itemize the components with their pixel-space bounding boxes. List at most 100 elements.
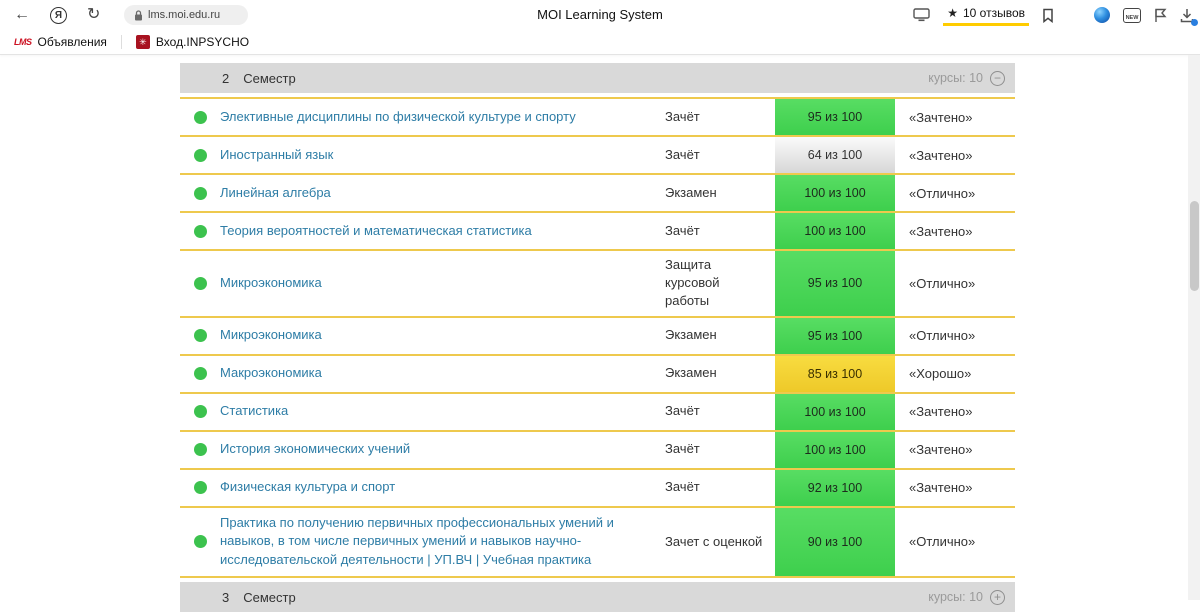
extension-new-episodes-icon[interactable]: NEW [1123, 8, 1141, 23]
status-cell [180, 443, 220, 456]
score-badge: 90 из 100 [775, 508, 895, 577]
grade-row: Микроэкономика Экзамен 95 из 100 «Отличн… [180, 318, 1015, 356]
status-cell [180, 225, 220, 238]
score-badge: 85 из 100 [775, 356, 895, 392]
reviews-button[interactable]: ★ 10 отзывов [943, 4, 1029, 26]
lms-page: 2 Семестр курсы: 10 − Элективные дисципл… [0, 63, 1200, 608]
status-cell [180, 111, 220, 124]
assessment-type: Зачёт [665, 217, 775, 245]
semester-number: 3 [222, 590, 229, 605]
assessment-type: Зачёт [665, 397, 775, 425]
grade-text: «Отлично» [895, 328, 1015, 343]
new-badge: NEW [1126, 15, 1139, 21]
yandex-profile-icon[interactable]: Я [50, 7, 67, 24]
status-dot-icon [194, 535, 207, 548]
assessment-type: Зачёт [665, 473, 775, 501]
status-dot-icon [194, 149, 207, 162]
bookmark-label: Вход.INPSYCHO [156, 35, 249, 49]
semester-footer: 3 Семестр курсы: 10 + [180, 582, 1015, 612]
assessment-type: Экзамен [665, 179, 775, 207]
assessment-type: Защита курсовой работы [665, 251, 775, 316]
bookmark-icon[interactable] [1042, 8, 1054, 23]
grades-table: 2 Семестр курсы: 10 − Элективные дисципл… [180, 63, 1015, 612]
semester-label: Семестр [243, 590, 295, 605]
course-link[interactable]: История экономических учений [220, 434, 665, 465]
score-badge: 64 из 100 [775, 137, 895, 173]
course-link[interactable]: Физическая культура и спорт [220, 472, 665, 503]
bookmark-inpsycho[interactable]: ✳ Вход.INPSYCHO [132, 35, 253, 49]
course-link[interactable]: Иностранный язык [220, 140, 665, 171]
scrollbar-thumb[interactable] [1190, 201, 1199, 291]
course-link[interactable]: Микроэкономика [220, 320, 665, 351]
grade-text: «Зачтено» [895, 148, 1015, 163]
assessment-type: Зачёт [665, 103, 775, 131]
grade-text: «Отлично» [895, 276, 1015, 291]
collapse-icon[interactable]: − [990, 71, 1005, 86]
inpsycho-favicon: ✳ [136, 35, 150, 49]
address-bar[interactable]: lms.moi.edu.ru [124, 5, 248, 25]
grade-row: Макроэкономика Экзамен 85 из 100 «Хорошо… [180, 356, 1015, 394]
grade-text: «Зачтено» [895, 404, 1015, 419]
course-link[interactable]: Практика по получению первичных професси… [220, 508, 665, 577]
course-link[interactable]: Макроэкономика [220, 358, 665, 389]
score-badge: 95 из 100 [775, 99, 895, 135]
bookmark-announcements[interactable]: LMS Объявления [10, 35, 111, 49]
courses-count: курсы: 10 [928, 590, 983, 604]
lock-icon [134, 10, 143, 21]
status-dot-icon [194, 367, 207, 380]
course-link[interactable]: Элективные дисциплины по физической куль… [220, 102, 665, 133]
bookmarks-bar: LMS Объявления ✳ Вход.INPSYCHO [0, 30, 1200, 55]
courses-count: курсы: 10 [928, 71, 983, 85]
semester-number: 2 [222, 71, 229, 86]
bookmark-label: Объявления [38, 35, 107, 49]
status-dot-icon [194, 481, 207, 494]
course-link[interactable]: Линейная алгебра [220, 178, 665, 209]
grades-table-body: Элективные дисциплины по физической куль… [180, 97, 1015, 578]
grade-row: Иностранный язык Зачёт 64 из 100 «Зачтен… [180, 137, 1015, 175]
browser-toolbar: MOI Learning System ← Я ↻ lms.moi.edu.ru… [0, 0, 1200, 30]
semester-header: 2 Семестр курсы: 10 − [180, 63, 1015, 93]
course-cell: Статистика [220, 396, 665, 427]
grade-row: Элективные дисциплины по физической куль… [180, 99, 1015, 137]
status-cell [180, 481, 220, 494]
assessment-type: Зачёт [665, 141, 775, 169]
course-cell: Практика по получению первичных професси… [220, 508, 665, 577]
status-cell [180, 535, 220, 548]
status-dot-icon [194, 187, 207, 200]
status-cell [180, 149, 220, 162]
course-cell: Микроэкономика [220, 268, 665, 299]
assessment-type: Экзамен [665, 321, 775, 349]
extension-browser-icon[interactable] [1094, 7, 1110, 23]
star-icon: ★ [947, 6, 958, 20]
grade-row: Физическая культура и спорт Зачёт 92 из … [180, 470, 1015, 508]
semester-label: Семестр [243, 71, 295, 86]
grade-text: «Зачтено» [895, 480, 1015, 495]
course-cell: Элективные дисциплины по физической куль… [220, 102, 665, 133]
back-icon[interactable]: ← [14, 7, 30, 23]
status-cell [180, 277, 220, 290]
status-cell [180, 187, 220, 200]
bookmarks-divider [121, 35, 122, 49]
refresh-icon[interactable]: ↻ [87, 7, 100, 23]
score-badge: 100 из 100 [775, 394, 895, 430]
course-cell: Теория вероятностей и математическая ста… [220, 216, 665, 247]
course-cell: История экономических учений [220, 434, 665, 465]
grade-text: «Зачтено» [895, 224, 1015, 239]
downloads-icon[interactable] [1180, 8, 1194, 23]
course-link[interactable]: Теория вероятностей и математическая ста… [220, 216, 665, 247]
grade-text: «Отлично» [895, 186, 1015, 201]
assessment-type: Зачёт [665, 435, 775, 463]
course-link[interactable]: Статистика [220, 396, 665, 427]
status-dot-icon [194, 111, 207, 124]
course-link[interactable]: Микроэкономика [220, 268, 665, 299]
screen-share-icon[interactable] [913, 8, 930, 22]
collections-flag-icon[interactable] [1154, 8, 1167, 23]
scrollbar[interactable] [1188, 55, 1200, 600]
status-dot-icon [194, 443, 207, 456]
grade-row: История экономических учений Зачёт 100 и… [180, 432, 1015, 470]
expand-icon[interactable]: + [990, 590, 1005, 605]
status-cell [180, 367, 220, 380]
status-dot-icon [194, 277, 207, 290]
grade-row: Линейная алгебра Экзамен 100 из 100 «Отл… [180, 175, 1015, 213]
screen: MOI Learning System ← Я ↻ lms.moi.edu.ru… [0, 0, 1200, 608]
